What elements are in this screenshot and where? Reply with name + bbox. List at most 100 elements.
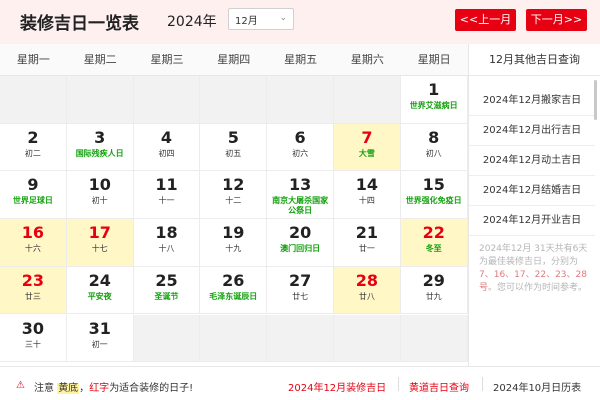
calendar-day-cell[interactable]: 31 初一 <box>66 314 134 363</box>
warning-icon: ⚠ <box>16 380 25 391</box>
day-number: 7 <box>361 127 373 147</box>
calendar-day-cell[interactable]: 7 大雪 <box>334 123 401 172</box>
calendar-empty-cell <box>133 314 201 363</box>
calendar-day-cell[interactable]: 10 初十 <box>66 171 134 220</box>
calendar-day-cell[interactable]: 23 廿三 <box>0 266 67 315</box>
calendar-day-cell[interactable]: 21 廿一 <box>334 219 401 267</box>
calendar-day-cell[interactable]: 5 初五 <box>200 123 268 172</box>
month-select-value: 12月 <box>235 16 258 27</box>
calendar-day-cell[interactable]: 6 初六 <box>267 123 334 172</box>
calendar-day-cell[interactable]: 16 十六 <box>0 219 67 267</box>
calendar-day-cell[interactable]: 30 三十 <box>0 314 67 363</box>
day-subtitle: 初五 <box>225 148 242 158</box>
day-number: 12 <box>222 175 245 195</box>
footer-link-decoration[interactable]: 2024年12月装修吉日 <box>288 379 386 394</box>
day-subtitle: 平安夜 <box>87 291 112 301</box>
day-subtitle: 初十 <box>91 196 108 206</box>
footer-link-calendar[interactable]: 2024年10月日历表 <box>493 379 581 394</box>
weekday-label: 星期六 <box>350 53 384 66</box>
day-number: 22 <box>422 223 445 243</box>
day-number: 11 <box>155 175 178 195</box>
day-subtitle: 大雪 <box>358 148 375 158</box>
day-number: 26 <box>222 270 245 290</box>
sidebar-link[interactable]: 2024年12月开业吉日 <box>469 206 595 236</box>
calendar-day-cell[interactable]: 8 初八 <box>400 123 468 172</box>
day-number: 29 <box>422 270 445 290</box>
calendar-grid: 1 世界艾滋病日 2 初二 3 国际残疾人日 4 初四 5 初五 6 初六 7 大雪 8 初八 9 世界足球日 10… <box>0 76 468 366</box>
calendar-empty-cell <box>133 76 201 124</box>
calendar-day-cell[interactable]: 18 十八 <box>133 219 201 267</box>
calendar-empty-cell <box>200 314 268 363</box>
sidebar-note: 2024年12月 31天共有6天为最佳装修吉日，分别为7、16、17、22、23… <box>479 243 591 295</box>
footer-divider <box>398 377 399 391</box>
day-number: 21 <box>355 223 379 243</box>
weekday-label: 星期五 <box>284 53 318 66</box>
note-suffix: 。您可以作为时间参考。 <box>488 283 588 293</box>
day-subtitle: 初八 <box>425 148 442 158</box>
day-number: 8 <box>428 127 440 147</box>
day-number: 4 <box>160 127 173 147</box>
day-subtitle: 世界艾滋病日 <box>409 101 458 110</box>
footer-note: 注意 黄底，红字为适合装修的日子! <box>34 379 193 394</box>
calendar-day-cell[interactable]: 14 十四 <box>334 171 401 220</box>
day-subtitle: 廿九 <box>425 291 442 301</box>
day-subtitle: 十六 <box>24 244 41 254</box>
calendar-day-cell[interactable]: 1 世界艾滋病日 <box>400 76 468 124</box>
day-subtitle: 廿一 <box>358 244 375 254</box>
calendar-day-cell[interactable]: 15 世界强化免疫日 <box>400 171 468 220</box>
calendar-day-cell[interactable]: 28 廿八 <box>334 266 401 315</box>
day-subtitle: 初六 <box>292 148 309 158</box>
chevron-down-icon: ⌄ <box>279 13 287 23</box>
footer: ⚠ 注意 黄底，红字为适合装修的日子! 2024年12月装修吉日 黄道吉日查询 … <box>0 366 600 400</box>
calendar-day-cell[interactable]: 9 世界足球日 <box>0 171 67 220</box>
calendar-day-cell[interactable]: 22 冬至 <box>400 219 468 267</box>
next-month-button[interactable]: 下一月>> <box>526 9 587 31</box>
calendar-day-cell[interactable]: 12 十二 <box>200 171 268 220</box>
day-subtitle: 毛泽东诞辰日 <box>209 291 258 301</box>
sidebar-link[interactable]: 2024年12月结婚吉日 <box>469 176 595 206</box>
calendar-day-cell[interactable]: 11 十一 <box>133 171 201 220</box>
sidebar-link[interactable]: 2024年12月搬家吉日 <box>469 86 595 116</box>
day-subtitle: 三十 <box>24 339 41 349</box>
footer-note-yellow: 黄底 <box>57 383 80 394</box>
calendar-day-cell[interactable]: 19 十九 <box>200 219 268 267</box>
day-subtitle: 初一 <box>91 339 108 349</box>
sidebar: 2024年12月搬家吉日 2024年12月出行吉日 2024年12月动土吉日 2… <box>468 76 600 366</box>
footer-divider <box>482 377 483 391</box>
page-title: 装修吉日一览表 <box>20 14 139 34</box>
year-label: 2024年 <box>167 14 217 30</box>
footer-note-red: 红字 <box>89 383 110 394</box>
calendar-day-cell[interactable]: 17 十七 <box>66 219 134 267</box>
day-number: 17 <box>88 223 111 243</box>
sidebar-link[interactable]: 2024年12月出行吉日 <box>469 116 595 146</box>
day-subtitle: 圣诞节 <box>154 291 179 301</box>
day-number: 2 <box>27 127 39 147</box>
month-select[interactable]: 12月 ⌄ <box>228 8 294 30</box>
weekday-label: 星期日 <box>417 53 451 66</box>
note-prefix: 2024年12月 31天共有6天为最佳装修吉日，分别为 <box>479 244 588 267</box>
day-number: 18 <box>155 223 178 243</box>
calendar-empty-cell <box>0 76 67 124</box>
weekday-header: 星期一 星期二 星期三 星期四 星期五 星期六 星期日 <box>0 44 468 76</box>
sidebar-link[interactable]: 2024年12月动土吉日 <box>469 146 595 176</box>
day-number: 6 <box>294 127 306 147</box>
calendar-day-cell[interactable]: 2 初二 <box>0 123 67 172</box>
calendar-day-cell[interactable]: 13 南京大屠杀国家公祭日 <box>267 171 334 220</box>
footer-link-almanac[interactable]: 黄道吉日查询 <box>409 379 469 394</box>
calendar-day-cell[interactable]: 3 国际残疾人日 <box>66 123 134 172</box>
calendar-empty-cell <box>334 76 401 124</box>
calendar-day-cell[interactable]: 26 毛泽东诞辰日 <box>200 266 268 315</box>
calendar-day-cell[interactable]: 27 廿七 <box>267 266 334 315</box>
day-number: 13 <box>288 175 312 195</box>
calendar-day-cell[interactable]: 25 圣诞节 <box>133 266 201 315</box>
day-number: 28 <box>355 270 379 290</box>
calendar-day-cell[interactable]: 24 平安夜 <box>66 266 134 315</box>
day-subtitle: 廿七 <box>292 291 309 301</box>
day-subtitle: 世界强化免疫日 <box>405 196 462 206</box>
prev-month-button[interactable]: <<上一月 <box>455 9 516 31</box>
day-number: 24 <box>88 270 111 290</box>
calendar-day-cell[interactable]: 20 澳门回归日 <box>267 219 334 267</box>
sidebar-scrollbar[interactable] <box>594 80 597 120</box>
calendar-day-cell[interactable]: 29 廿九 <box>400 266 468 315</box>
calendar-day-cell[interactable]: 4 初四 <box>133 123 201 172</box>
